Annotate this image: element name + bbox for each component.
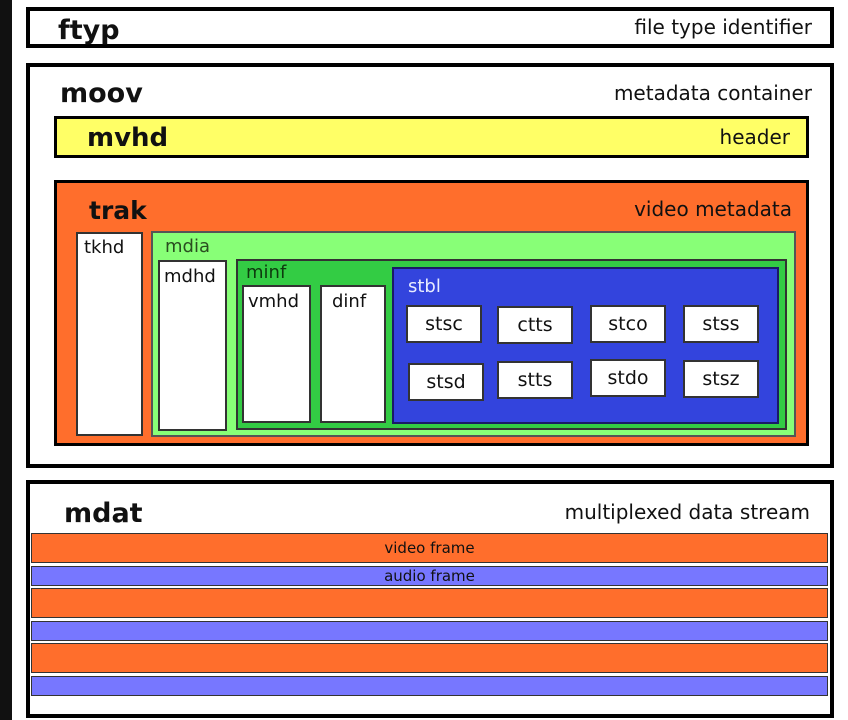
vmhd-label: vmhd (248, 291, 300, 312)
stbl-atom: stss (683, 305, 759, 343)
ftyp-box: ftyp file type identifier (26, 7, 834, 48)
audio-frame-stripe: audio frame (31, 566, 828, 586)
ftyp-description: file type identifier (634, 15, 812, 39)
audio-frame-stripe (31, 621, 828, 641)
stbl-atom: ctts (497, 306, 573, 344)
stbl-atom: stsz (683, 360, 759, 398)
moov-title: moov (60, 78, 143, 109)
stbl-atom: stdo (590, 359, 666, 397)
mvhd-box: mvhd header (54, 116, 809, 158)
mdat-title: mdat (64, 498, 143, 529)
moov-description: metadata container (613, 81, 812, 105)
trak-description: video metadata (634, 197, 792, 221)
video-frame-stripe (31, 588, 828, 618)
page-left-edge (0, 0, 12, 720)
dinf-label: dinf (332, 291, 367, 312)
stbl-atom: stco (590, 305, 666, 343)
tkhd-label: tkhd (84, 237, 125, 258)
mdhd-label: mdhd (164, 266, 216, 287)
audio-frame-stripe (31, 676, 828, 696)
stbl-atom: stts (497, 361, 573, 399)
mvhd-title: mvhd (87, 123, 169, 153)
mdhd-box: mdhd (158, 260, 227, 431)
stbl-atom: stsc (406, 305, 482, 343)
tkhd-box: tkhd (76, 232, 143, 436)
trak-title: trak (89, 196, 147, 225)
dinf-box: dinf (320, 285, 386, 423)
vmhd-box: vmhd (242, 285, 311, 423)
video-frame-stripe (31, 643, 828, 673)
stbl-label: stbl (408, 276, 441, 297)
ftyp-title: ftyp (58, 15, 120, 46)
video-frame-stripe: video frame (31, 533, 828, 563)
mdat-description: multiplexed data stream (564, 500, 810, 524)
mdia-label: mdia (165, 236, 210, 257)
stbl-atom: stsd (408, 363, 484, 401)
minf-label: minf (246, 262, 287, 283)
mvhd-description: header (719, 125, 790, 149)
